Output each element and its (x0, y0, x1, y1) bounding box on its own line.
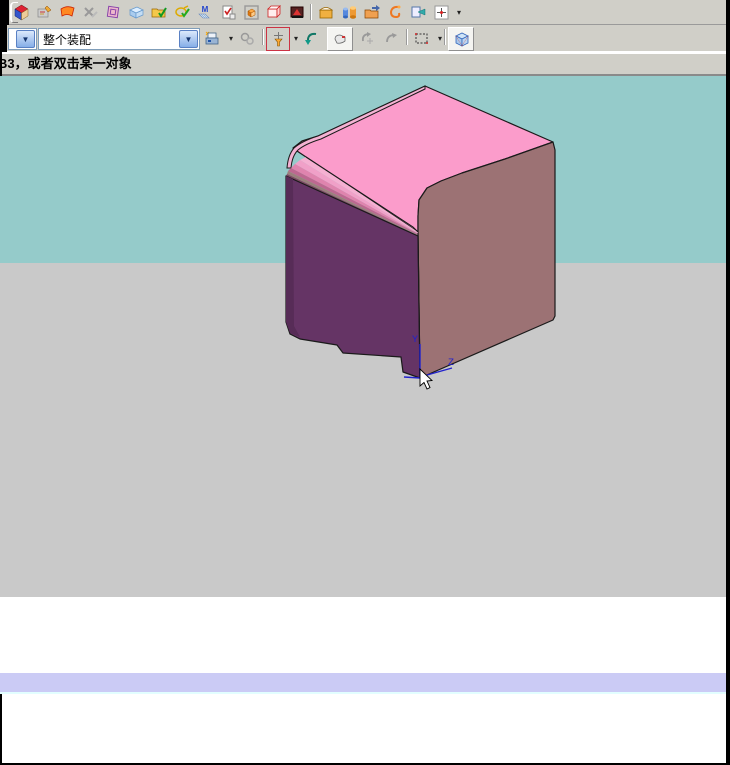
plot-icon[interactable] (286, 1, 308, 23)
toolbar-separator (310, 4, 312, 20)
main-toolbar: M ▾ (0, 0, 730, 25)
viewport-lavender-strip (0, 673, 730, 692)
window-left-edge (0, 0, 9, 25)
pan-disabled-icon[interactable] (380, 27, 402, 49)
selection-scope-value: 整个装配 (43, 32, 92, 47)
window-left-edge (0, 25, 7, 52)
svg-text:M: M (201, 5, 208, 14)
y-axis-label: Y (412, 335, 418, 346)
print-3d-icon[interactable] (201, 27, 223, 49)
send-doc-icon[interactable] (407, 1, 429, 23)
graphics-viewport[interactable]: Y Z (0, 76, 730, 597)
curved-sheet-icon[interactable] (56, 1, 78, 23)
model-canvas[interactable]: Y Z (0, 76, 730, 597)
toolbar-separator (262, 29, 264, 45)
shaded-display-icon[interactable] (327, 27, 353, 51)
z-axis-label: Z (448, 358, 454, 369)
point-target-icon[interactable] (430, 1, 452, 23)
cube-frame-icon[interactable] (240, 1, 262, 23)
gears-disabled-icon[interactable] (236, 27, 258, 49)
clipped-combo[interactable]: ▼ (8, 28, 37, 50)
hook-icon[interactable] (384, 1, 406, 23)
folder-check-icon[interactable] (148, 1, 170, 23)
wireframe-cube-icon[interactable] (448, 27, 474, 51)
red-wirebox-icon[interactable] (263, 1, 285, 23)
selection-scope-combo[interactable]: 整个装配 ▼ (38, 28, 200, 50)
toolbar-overflow-arrow[interactable]: ▾ (454, 1, 464, 23)
chevron-down-icon[interactable]: ▼ (179, 30, 198, 48)
chevron-down-icon[interactable]: ▼ (16, 30, 35, 48)
stamp-icon[interactable] (102, 1, 124, 23)
application-window: M ▾ ▼ 整个装配 ▼ ▾ ▾ ▾ B3，或者双击某一对象 Y Z (0, 0, 730, 765)
block-icon[interactable] (125, 1, 147, 23)
cue-line: B3，或者双击某一对象 (0, 52, 730, 76)
folder-arrow-icon[interactable] (361, 1, 383, 23)
reverse-arrow-icon[interactable] (300, 27, 322, 49)
cue-text: B3，或者双击某一对象 (0, 56, 132, 71)
select-rectangle-icon[interactable] (410, 27, 432, 49)
cylinders-icon[interactable] (338, 1, 360, 23)
edit-pencil-icon[interactable] (33, 1, 55, 23)
info-window-area (0, 694, 730, 763)
report-check-icon[interactable] (217, 1, 239, 23)
colored-cube-icon[interactable] (10, 1, 32, 23)
window-left-edge (0, 52, 2, 76)
assembly-toolbar: ▼ 整个装配 ▼ ▾ ▾ ▾ (0, 25, 730, 52)
window-right-edge (726, 0, 730, 765)
mailbox-icon[interactable] (315, 1, 337, 23)
toolbar-separator (444, 29, 446, 45)
axis-origin-tick (403, 376, 421, 379)
window-left-edge (0, 694, 2, 765)
print-dropdown-arrow[interactable]: ▾ (226, 27, 236, 49)
lasso-check-icon[interactable] (171, 1, 193, 23)
mirror-m-icon[interactable]: M (194, 1, 216, 23)
rotate-disabled-icon[interactable] (356, 27, 378, 49)
toolbar-separator (406, 29, 408, 45)
snap-point-icon[interactable] (266, 27, 290, 51)
delete-disabled-icon[interactable] (79, 1, 101, 23)
